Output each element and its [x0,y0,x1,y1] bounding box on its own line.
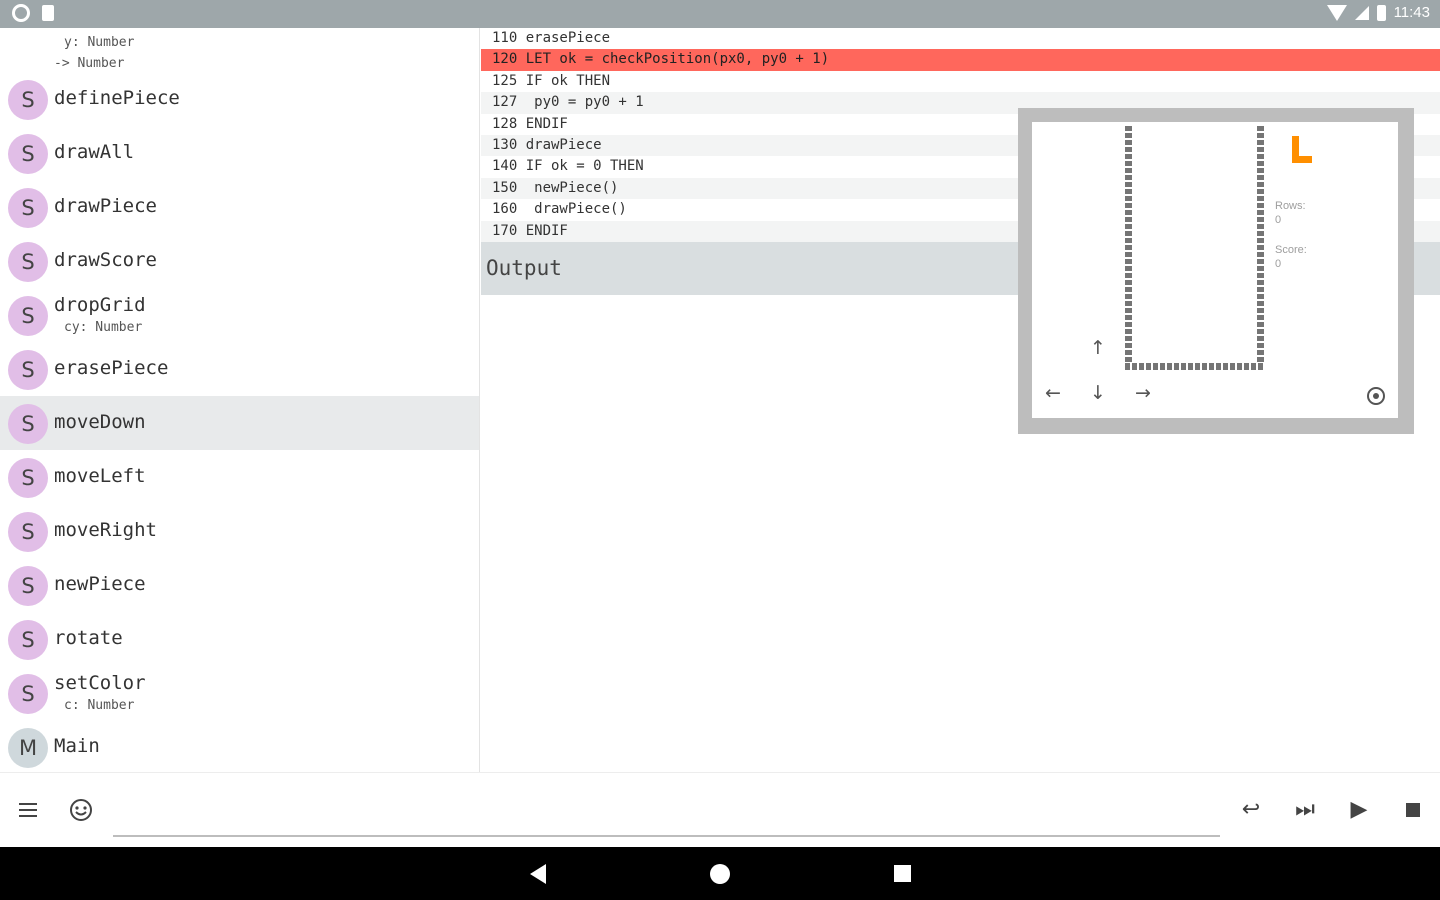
subroutine-param: c: Number [64,698,135,713]
subroutine-param: cy: Number [64,320,143,335]
piece-block [1292,156,1312,163]
subroutine-item-moveright[interactable]: S moveRight [0,504,479,558]
subroutine-item-movedown[interactable]: S moveDown [0,396,479,450]
subroutine-avatar: S [8,134,48,174]
emoji-button[interactable] [66,795,96,825]
target-icon[interactable] [1367,387,1385,405]
stop-icon [1406,803,1420,817]
subroutine-name: newPiece [54,573,146,595]
subroutine-name: drawPiece [54,195,157,217]
subroutine-item-dropgrid[interactable]: S dropGrid cy: Number [0,288,479,342]
arrow-left-icon[interactable]: ← [1042,382,1064,404]
subroutine-avatar: S [8,242,48,282]
step-button[interactable]: ⏭ [1290,795,1320,825]
undo-button[interactable]: ↩ [1236,795,1266,825]
subroutine-avatar: S [8,188,48,228]
subroutine-item-drawscore[interactable]: S drawScore [0,234,479,288]
subroutine-list[interactable]: y: Number -> Number S definePiece S draw… [0,28,480,772]
game-window[interactable]: Rows: 0 Score: 0 ↑ ← ↓ → [1018,108,1414,434]
subroutine-item-newpiece[interactable]: S newPiece [0,558,479,612]
score-label: Score: [1275,244,1307,256]
subroutine-name: setColor [54,672,146,694]
emoji-icon [70,799,92,821]
subroutine-avatar: S [8,620,48,660]
rows-label: Rows: [1275,200,1306,212]
subroutine-item-rotate[interactable]: S rotate [0,612,479,666]
rows-value: 0 [1275,214,1282,226]
command-input[interactable] [113,835,1220,837]
subroutine-item-erasepiece[interactable]: S erasePiece [0,342,479,396]
subroutine-name: drawScore [54,249,157,271]
subroutine-item-main[interactable]: M Main [0,720,479,772]
subroutine-name: moveRight [54,519,157,541]
arrow-right-icon[interactable]: → [1132,382,1154,404]
subroutine-avatar: S [8,566,48,606]
status-bar: 11:43 [0,0,1440,28]
subroutine-item-drawpiece[interactable]: S drawPiece [0,180,479,234]
score-value: 0 [1275,258,1282,270]
subroutine-avatar: S [8,80,48,120]
subroutine-name: Main [54,735,100,757]
subroutine-item-setcolor[interactable]: S setColor c: Number [0,666,479,720]
signature-param: y: Number [64,35,135,50]
subroutine-avatar: S [8,404,48,444]
menu-button[interactable] [12,795,42,825]
main-avatar: M [8,728,48,768]
bottom-toolbar: ↩ ⏭ ▶ [0,772,1440,847]
subroutine-item-moveleft[interactable]: S moveLeft [0,450,479,504]
signature-return: -> Number [54,56,125,71]
battery-icon [1376,4,1386,21]
subroutine-name: moveLeft [54,465,146,487]
recent-apps-icon[interactable] [894,865,911,882]
code-line-current[interactable]: 120 LET ok = checkPosition(px0, py0 + 1) [481,49,1440,71]
subroutine-item-definepiece[interactable]: S definePiece [0,72,479,126]
subroutine-name: rotate [54,627,123,649]
subroutine-avatar: S [8,674,48,714]
back-icon[interactable] [530,864,546,884]
well-left-wall [1125,126,1132,370]
settings-icon [12,4,30,22]
subroutine-name: moveDown [54,411,146,433]
subroutine-avatar: S [8,512,48,552]
system-nav-bar [0,847,1440,900]
arrow-up-icon[interactable]: ↑ [1087,337,1109,359]
wifi-icon [1326,4,1347,21]
play-button[interactable]: ▶ [1344,795,1374,825]
code-line[interactable]: 125 IF ok THEN [481,71,1440,92]
subroutine-name: drawAll [54,141,135,163]
code-line[interactable]: 110 erasePiece [481,28,1440,49]
output-label: Output [486,256,562,280]
stop-button[interactable] [1398,795,1428,825]
subroutine-avatar: S [8,350,48,390]
subroutine-avatar: S [8,458,48,498]
arrow-down-icon[interactable]: ↓ [1087,382,1109,404]
game-canvas[interactable]: Rows: 0 Score: 0 ↑ ← ↓ → [1032,122,1398,418]
clipboard-icon [42,5,54,21]
well-right-wall [1257,126,1264,370]
menu-icon [19,803,37,817]
signal-icon [1354,5,1369,20]
subroutine-item-drawall[interactable]: S drawAll [0,126,479,180]
status-time: 11:43 [1393,4,1430,21]
subroutine-name: erasePiece [54,357,169,379]
subroutine-name: dropGrid [54,294,146,316]
subroutine-avatar: S [8,296,48,336]
well-floor [1125,363,1264,370]
piece-block [1292,136,1299,156]
signature-continuation: y: Number -> Number [54,32,134,74]
home-icon[interactable] [710,864,730,884]
subroutine-name: definePiece [54,87,180,109]
